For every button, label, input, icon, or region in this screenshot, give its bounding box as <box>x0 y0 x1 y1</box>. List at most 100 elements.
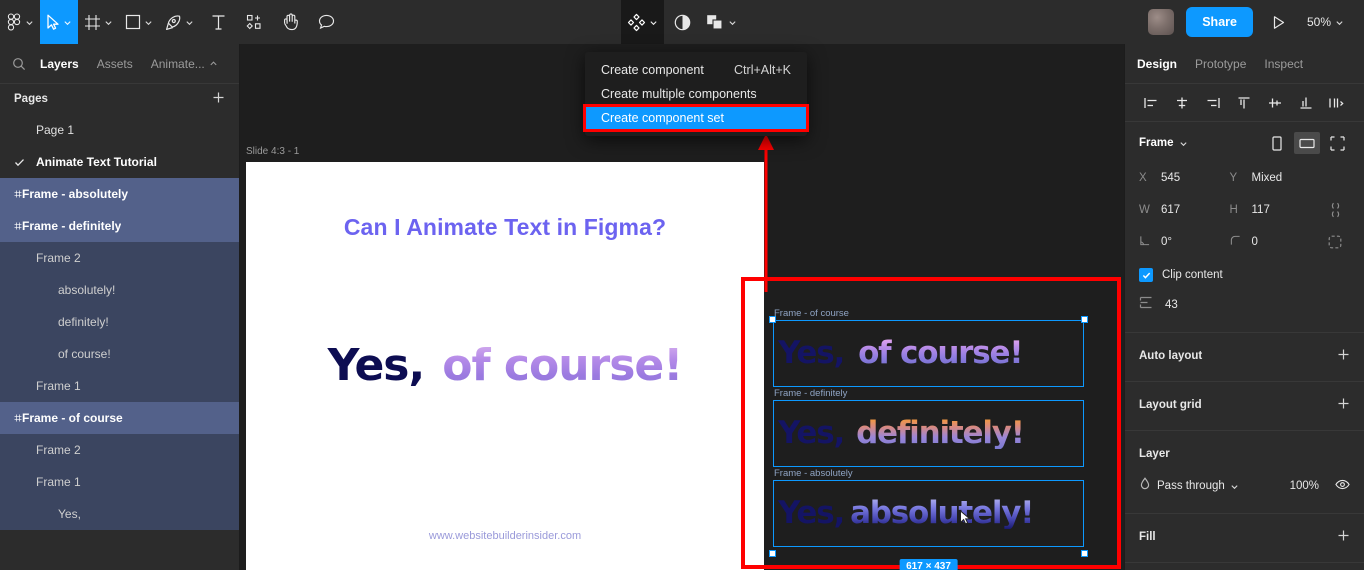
constrain-proportions-icon[interactable] <box>1320 194 1350 226</box>
layer-row-text-yes[interactable]: Yes, <box>0 498 239 530</box>
layer-row-frame-2-a[interactable]: Frame 2 <box>0 242 239 274</box>
move-tool-icon[interactable] <box>40 0 78 44</box>
add-layout-grid-button[interactable] <box>1337 397 1350 413</box>
layer-opacity-value[interactable]: 100% <box>1290 480 1319 492</box>
align-horizontal-center-icon[interactable] <box>1166 89 1197 117</box>
independent-corners-icon[interactable] <box>1320 226 1350 258</box>
pen-tool-icon[interactable] <box>159 0 200 44</box>
tab-animate-label: Animate... <box>150 56 205 71</box>
property-y[interactable]: Y Mixed <box>1230 162 1321 194</box>
resize-handle-bottom-left[interactable] <box>769 550 776 557</box>
align-right-icon[interactable] <box>1197 89 1228 117</box>
frame-type-dropdown[interactable]: Frame <box>1139 137 1188 149</box>
component-icon[interactable] <box>621 0 664 44</box>
layer-row-frame-definitely[interactable]: Frame - definitely <box>0 210 239 242</box>
layer-row-frame-2-b[interactable]: Frame 2 <box>0 434 239 466</box>
layer-title: Layer <box>1139 448 1170 460</box>
property-value: 117 <box>1251 204 1270 216</box>
blend-mode-dropdown[interactable]: Pass through <box>1157 480 1284 492</box>
layer-row-frame-absolutely[interactable]: Frame - absolutely <box>0 178 239 210</box>
mask-icon[interactable] <box>664 0 700 44</box>
layer-row-frame-1-b[interactable]: Frame 1 <box>0 466 239 498</box>
align-bottom-icon[interactable] <box>1290 89 1321 117</box>
component-frame-title-absolutely[interactable]: Frame - absolutely <box>774 468 853 479</box>
distribute-icon[interactable] <box>1321 89 1352 117</box>
add-fill-button[interactable] <box>1337 529 1350 545</box>
resize-handle-top-right[interactable] <box>1081 316 1088 323</box>
layer-row-frame-of-course[interactable]: Frame - of course <box>0 402 239 434</box>
visibility-eye-icon[interactable] <box>1335 477 1350 495</box>
menu-item-label: Create component <box>601 63 704 77</box>
play-icon[interactable] <box>1261 0 1297 44</box>
property-height[interactable]: H 117 <box>1230 194 1321 226</box>
layer-label: Frame 1 <box>36 379 81 393</box>
fill-section: Fill <box>1125 514 1364 563</box>
layer-row-text-absolutely[interactable]: absolutely! <box>0 274 239 306</box>
menu-item-create-component-set[interactable]: Create component set <box>583 104 809 132</box>
orientation-landscape-icon[interactable] <box>1294 132 1320 154</box>
component-context-menu: Create component Ctrl+Alt+K Create multi… <box>583 52 809 136</box>
share-button[interactable]: Share <box>1186 7 1253 37</box>
property-x[interactable]: X 545 <box>1139 162 1230 194</box>
tab-design[interactable]: Design <box>1137 57 1177 71</box>
property-key: W <box>1139 204 1150 216</box>
padding-row[interactable]: 43 <box>1139 290 1350 320</box>
property-value: 545 <box>1161 172 1181 184</box>
layer-row-frame-1-a[interactable]: Frame 1 <box>0 370 239 402</box>
align-top-icon[interactable] <box>1228 89 1259 117</box>
layer-row-text-definitely[interactable]: definitely! <box>0 306 239 338</box>
tab-inspect[interactable]: Inspect <box>1264 57 1303 71</box>
component-text-of-course: of course! <box>844 338 1023 369</box>
shape-tool-icon[interactable] <box>119 0 159 44</box>
property-rotation[interactable]: 0° <box>1139 226 1230 258</box>
text-tool-icon[interactable] <box>200 0 236 44</box>
component-frame-of-course[interactable]: Yes, of course! <box>773 320 1084 387</box>
tab-assets[interactable]: Assets <box>88 57 142 71</box>
resources-icon[interactable] <box>236 0 272 44</box>
top-toolbar: Share 50% <box>0 0 1364 44</box>
avatar[interactable] <box>1148 9 1175 35</box>
resize-handle-top-left[interactable] <box>769 316 776 323</box>
slide-artboard[interactable]: Can I Animate Text in Figma? Yes, of cour… <box>246 162 764 570</box>
align-vertical-center-icon[interactable] <box>1259 89 1290 117</box>
hand-tool-icon[interactable] <box>272 0 308 44</box>
zoom-level-dropdown[interactable]: 50% <box>1299 15 1352 29</box>
zoom-level-label: 50% <box>1306 15 1331 29</box>
boolean-icon[interactable] <box>700 0 743 44</box>
frame-tool-icon[interactable] <box>78 0 119 44</box>
tab-layers[interactable]: Layers <box>31 57 88 71</box>
toolbar-left-tools <box>0 0 344 44</box>
menu-item-create-multiple-components[interactable]: Create multiple components <box>585 82 807 106</box>
canvas-frame-title-slide[interactable]: Slide 4:3 - 1 <box>246 146 299 157</box>
tab-animate[interactable]: Animate... <box>142 57 227 71</box>
component-frame-definitely[interactable]: Yes, definitely! <box>773 400 1084 467</box>
page-item-page-1[interactable]: Page 1 <box>0 114 239 146</box>
component-frame-title-definitely[interactable]: Frame - definitely <box>774 388 847 399</box>
add-auto-layout-button[interactable] <box>1337 348 1350 364</box>
page-item-animate-text-tutorial[interactable]: Animate Text Tutorial <box>0 146 239 178</box>
clip-content-row[interactable]: Clip content <box>1139 260 1350 290</box>
component-frame-title-of-course[interactable]: Frame - of course <box>774 308 849 319</box>
layout-grid-header: Layout grid <box>1139 392 1350 418</box>
orientation-portrait-icon[interactable] <box>1264 132 1290 154</box>
slide-text-of-course: of course! <box>424 340 683 391</box>
resize-handle-bottom-right[interactable] <box>1081 550 1088 557</box>
property-width[interactable]: W 617 <box>1139 194 1230 226</box>
clip-content-checkbox[interactable] <box>1139 268 1153 282</box>
add-page-button[interactable] <box>212 91 225 107</box>
tab-prototype[interactable]: Prototype <box>1195 57 1246 71</box>
component-set-selection[interactable]: Frame - of course Yes, of course! Frame … <box>769 308 1088 570</box>
property-corner-radius[interactable]: 0 <box>1230 226 1321 258</box>
figma-menu-icon[interactable] <box>0 0 40 44</box>
component-frame-absolutely[interactable]: Yes, absolutely! <box>773 480 1084 547</box>
layer-row-text-of-course[interactable]: of course! <box>0 338 239 370</box>
search-icon[interactable] <box>10 57 31 71</box>
menu-item-create-component[interactable]: Create component Ctrl+Alt+K <box>585 58 807 82</box>
comment-tool-icon[interactable] <box>308 0 344 44</box>
frame-icon <box>0 188 22 200</box>
align-left-icon[interactable] <box>1135 89 1166 117</box>
frame-icon <box>0 253 36 264</box>
frame-icon <box>0 381 36 392</box>
resize-to-fit-icon[interactable] <box>1324 132 1350 154</box>
property-key: Y <box>1229 172 1238 184</box>
